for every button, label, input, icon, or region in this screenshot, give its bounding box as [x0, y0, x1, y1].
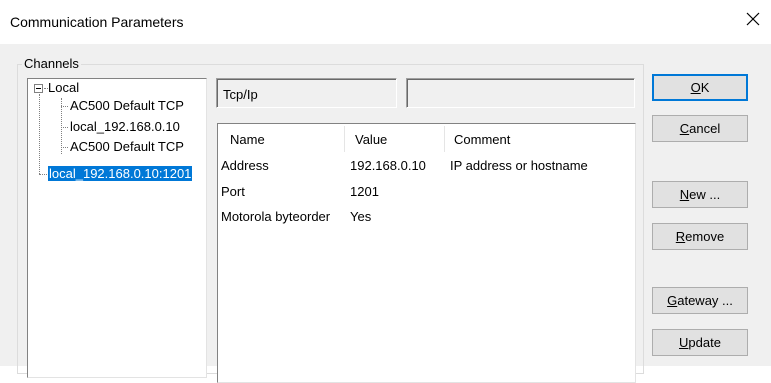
cancel-button[interactable]: Cancel — [652, 115, 748, 142]
new-mnemonic: N — [679, 187, 690, 202]
tree-connector — [39, 174, 47, 175]
tree-connector — [61, 147, 68, 148]
remove-mnemonic: R — [675, 229, 686, 244]
column-separator[interactable] — [444, 126, 445, 152]
tree-node-child[interactable]: AC500 Default TCP — [70, 139, 184, 154]
update-label: pdate — [688, 335, 721, 350]
ok-button[interactable]: OK — [652, 74, 748, 101]
window-title: Communication Parameters — [10, 14, 184, 30]
cancel-mnemonic: C — [679, 121, 690, 136]
param-value[interactable]: 1201 — [350, 184, 379, 199]
dialog-body: Channels Local AC500 Default TCP local_1… — [0, 44, 771, 383]
parameter-list[interactable]: Name Value Comment Address 192.168.0.10 … — [217, 123, 636, 383]
tree-connector — [39, 94, 40, 174]
new-label: ew ... — [689, 187, 721, 202]
param-name[interactable]: Port — [221, 184, 245, 199]
tree-node-child[interactable]: local_192.168.0.10 — [70, 119, 180, 134]
gateway-button[interactable]: Gateway ... — [652, 287, 748, 314]
close-icon[interactable] — [744, 10, 762, 28]
tree-connector — [61, 106, 68, 107]
param-name[interactable]: Address — [221, 158, 269, 173]
tree-node-selected[interactable]: local_192.168.0.10:1201 — [48, 166, 193, 181]
channels-label: Channels — [22, 56, 81, 71]
tree-node-local[interactable]: Local — [48, 80, 79, 95]
channel-tree[interactable]: Local AC500 Default TCP local_192.168.0.… — [27, 78, 207, 378]
cancel-label: ancel — [689, 121, 721, 136]
new-button[interactable]: New ... — [652, 181, 748, 208]
column-header-comment[interactable]: Comment — [454, 132, 510, 147]
column-separator[interactable] — [344, 126, 345, 152]
update-mnemonic: U — [679, 335, 689, 350]
update-button[interactable]: Update — [652, 329, 748, 356]
remove-button[interactable]: Remove — [652, 223, 748, 250]
protocol-value: Tcp/Ip — [223, 87, 258, 102]
tree-connector — [61, 127, 68, 128]
param-value[interactable]: 192.168.0.10 — [350, 158, 426, 173]
param-comment: IP address or hostname — [450, 158, 588, 173]
secondary-field — [406, 78, 635, 108]
collapse-icon[interactable] — [34, 84, 43, 93]
tree-node-child[interactable]: AC500 Default TCP — [70, 98, 184, 113]
gateway-mnemonic: G — [667, 293, 678, 308]
ok-label: K — [700, 80, 710, 95]
param-value[interactable]: Yes — [350, 209, 371, 224]
protocol-field: Tcp/Ip — [216, 78, 397, 108]
gateway-label: ateway ... — [677, 293, 733, 308]
column-header-name[interactable]: Name — [230, 132, 265, 147]
ok-mnemonic: O — [690, 80, 701, 95]
tree-connector — [44, 88, 48, 89]
param-name[interactable]: Motorola byteorder — [221, 209, 330, 224]
remove-label: emove — [685, 229, 725, 244]
column-header-value[interactable]: Value — [355, 132, 387, 147]
title-bar: Communication Parameters — [0, 0, 771, 44]
